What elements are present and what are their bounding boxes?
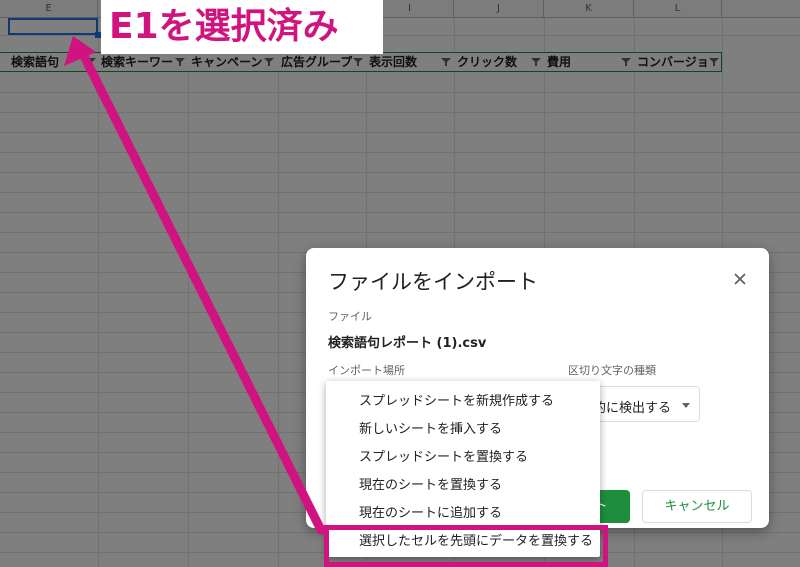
annotation-arrow: [64, 36, 326, 535]
annotation-callout: E1を選択済み: [101, 0, 383, 54]
